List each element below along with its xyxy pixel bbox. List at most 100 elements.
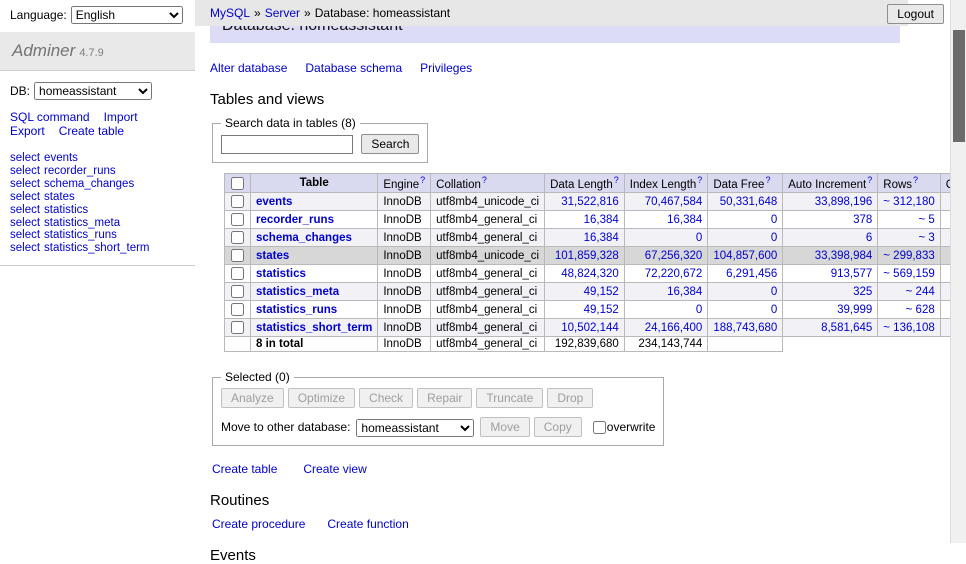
table-name-link[interactable]: events	[44, 152, 78, 164]
auto-increment-link[interactable]: 378	[853, 214, 872, 226]
sidebar-link[interactable]: Create table	[59, 124, 124, 138]
table-name-link[interactable]: statistics	[256, 268, 306, 280]
rows-link[interactable]: ~ 312,180	[883, 196, 934, 208]
table-name-link[interactable]: states	[44, 191, 75, 203]
auto-increment-link[interactable]: 33,898,196	[815, 196, 873, 208]
data-length-link[interactable]: 101,859,328	[555, 250, 619, 262]
language-select[interactable]: English	[71, 6, 183, 24]
data-free-link[interactable]: 188,743,680	[713, 322, 777, 334]
data-length-link[interactable]: 16,384	[584, 232, 619, 244]
table-name-link[interactable]: statistics	[44, 204, 88, 216]
data-length-link[interactable]: 49,152	[584, 286, 619, 298]
index-length-link[interactable]: 0	[696, 304, 702, 316]
table-name-link[interactable]: events	[256, 196, 292, 208]
sidebar-link[interactable]: Export	[10, 124, 45, 138]
table-name-link[interactable]: statistics_runs	[44, 229, 117, 241]
data-free-link[interactable]: 0	[771, 304, 777, 316]
help-link[interactable]: ?	[765, 175, 770, 185]
rows-link[interactable]: ~ 136,108	[883, 322, 934, 334]
select-link[interactable]: select	[10, 152, 40, 164]
auto-increment-link[interactable]: 325	[853, 286, 872, 298]
data-free-link[interactable]: 6,291,456	[726, 268, 777, 280]
table-name-link[interactable]: schema_changes	[256, 232, 352, 244]
index-length-link[interactable]: 16,384	[667, 286, 702, 298]
sidebar-link[interactable]: SQL command	[10, 110, 90, 124]
help-link[interactable]: ?	[867, 175, 872, 185]
row-checkbox[interactable]	[231, 267, 244, 280]
move-button[interactable]: Move	[480, 417, 529, 437]
bulk-action-button[interactable]: Repair	[417, 388, 472, 408]
app-name[interactable]: Adminer	[12, 41, 75, 60]
table-name-link[interactable]: statistics_short_term	[256, 322, 372, 334]
help-link[interactable]: ?	[697, 175, 702, 185]
row-checkbox[interactable]	[231, 303, 244, 316]
index-length-link[interactable]: 67,256,320	[645, 250, 703, 262]
select-link[interactable]: select	[10, 229, 40, 241]
copy-button[interactable]: Copy	[534, 417, 582, 437]
move-db-select[interactable]: homeassistant	[356, 419, 474, 437]
auto-increment-link[interactable]: 8,581,645	[821, 322, 872, 334]
auto-increment-link[interactable]: 6	[866, 232, 872, 244]
rows-link[interactable]: ~ 244	[906, 286, 935, 298]
rows-link[interactable]: ~ 628	[906, 304, 935, 316]
help-link[interactable]: ?	[913, 175, 918, 185]
index-length-link[interactable]: 16,384	[667, 214, 702, 226]
table-name-link[interactable]: statistics_meta	[256, 286, 339, 298]
scrollbar-thumb[interactable]	[953, 30, 965, 142]
overwrite-checkbox[interactable]	[593, 421, 606, 434]
rows-link[interactable]: ~ 5	[918, 214, 934, 226]
search-input[interactable]	[221, 135, 353, 154]
action-link[interactable]: Alter database	[210, 61, 287, 75]
row-checkbox[interactable]	[231, 231, 244, 244]
select-link[interactable]: select	[10, 178, 40, 190]
index-length-link[interactable]: 70,467,584	[645, 196, 703, 208]
action-link[interactable]: Create view	[303, 462, 366, 476]
action-link[interactable]: Create function	[327, 517, 408, 531]
data-length-link[interactable]: 49,152	[584, 304, 619, 316]
select-link[interactable]: select	[10, 191, 40, 203]
index-length-link[interactable]: 0	[696, 232, 702, 244]
table-name-link[interactable]: recorder_runs	[44, 165, 116, 177]
table-name-link[interactable]: states	[256, 250, 289, 262]
select-all-checkbox[interactable]	[231, 177, 244, 190]
select-link[interactable]: select	[10, 217, 40, 229]
scrollbar[interactable]	[950, 0, 966, 543]
rows-link[interactable]: ~ 3	[918, 232, 934, 244]
index-length-link[interactable]: 24,166,400	[645, 322, 703, 334]
data-length-link[interactable]: 48,824,320	[561, 268, 619, 280]
breadcrumb-root-link[interactable]: MySQL	[210, 6, 250, 20]
row-checkbox[interactable]	[231, 249, 244, 262]
auto-increment-link[interactable]: 913,577	[831, 268, 873, 280]
row-checkbox[interactable]	[231, 321, 244, 334]
index-length-link[interactable]: 72,220,672	[645, 268, 703, 280]
breadcrumb-server-link[interactable]: Server	[265, 6, 300, 20]
row-checkbox[interactable]	[231, 213, 244, 226]
bulk-action-button[interactable]: Optimize	[288, 388, 355, 408]
search-button[interactable]: Search	[361, 134, 419, 154]
logout-button[interactable]: Logout	[887, 4, 944, 24]
bulk-action-button[interactable]: Check	[359, 388, 413, 408]
help-link[interactable]: ?	[614, 175, 619, 185]
db-select[interactable]: homeassistant	[34, 82, 152, 100]
action-link[interactable]: Create table	[212, 462, 277, 476]
auto-increment-link[interactable]: 33,398,984	[815, 250, 873, 262]
sidebar-link[interactable]: Import	[104, 110, 138, 124]
auto-increment-link[interactable]: 39,999	[837, 304, 872, 316]
row-checkbox[interactable]	[231, 285, 244, 298]
rows-link[interactable]: ~ 569,159	[883, 268, 934, 280]
data-length-link[interactable]: 10,502,144	[561, 322, 619, 334]
select-link[interactable]: select	[10, 242, 40, 254]
data-free-link[interactable]: 0	[771, 214, 777, 226]
row-checkbox[interactable]	[231, 195, 244, 208]
table-name-link[interactable]: statistics_runs	[256, 304, 337, 316]
data-length-link[interactable]: 31,522,816	[561, 196, 619, 208]
bulk-action-button[interactable]: Truncate	[476, 388, 543, 408]
rows-link[interactable]: ~ 299,833	[883, 250, 934, 262]
help-link[interactable]: ?	[482, 175, 487, 185]
bulk-action-button[interactable]: Drop	[547, 388, 593, 408]
action-link[interactable]: Privileges	[420, 61, 472, 75]
bulk-action-button[interactable]: Analyze	[221, 388, 284, 408]
data-free-link[interactable]: 104,857,600	[713, 250, 777, 262]
table-name-link[interactable]: statistics_meta	[44, 217, 120, 229]
table-name-link[interactable]: recorder_runs	[256, 214, 334, 226]
